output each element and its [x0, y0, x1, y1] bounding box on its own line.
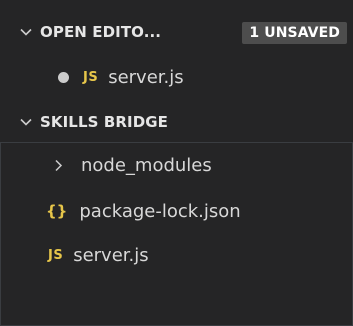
unsaved-dot-icon[interactable] [58, 71, 69, 83]
folder-name: node_modules [81, 154, 212, 176]
open-editors-header[interactable]: OPEN EDITO... 1 UNSAVED [0, 17, 353, 47]
tree-item-package-lock[interactable]: {} package-lock.json [0, 196, 353, 226]
json-file-icon: {} [46, 202, 68, 220]
open-editor-item[interactable]: JS server.js [0, 62, 353, 92]
chevron-down-icon[interactable] [20, 26, 32, 38]
tree-item-server-js[interactable]: JS server.js [0, 240, 353, 270]
file-name: server.js [73, 244, 149, 266]
explorer-panel: OPEN EDITO... 1 UNSAVED JS server.js SKI… [0, 0, 353, 326]
project-header[interactable]: SKILLS BRIDGE [0, 107, 353, 137]
open-editor-file-name: server.js [108, 66, 184, 88]
file-name: package-lock.json [79, 200, 241, 222]
javascript-file-icon: JS [48, 247, 64, 263]
unsaved-badge: 1 UNSAVED [242, 22, 347, 44]
chevron-right-icon[interactable] [54, 159, 63, 172]
project-title: SKILLS BRIDGE [40, 113, 169, 131]
javascript-file-icon: JS [83, 69, 99, 85]
tree-item-node-modules[interactable]: node_modules [0, 150, 353, 180]
chevron-down-icon[interactable] [20, 116, 32, 128]
open-editors-title: OPEN EDITO... [40, 23, 162, 41]
